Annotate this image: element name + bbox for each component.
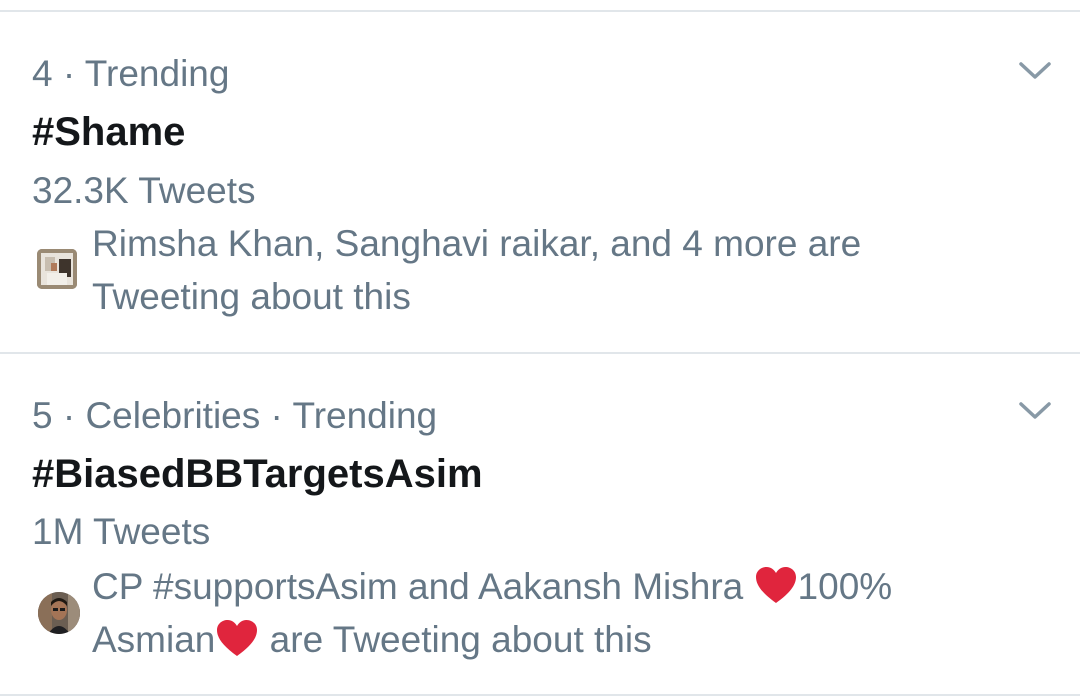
- trend-item-shame[interactable]: 4 · Trending #Shame 32.3K Tweets Rimsha …: [0, 12, 1080, 352]
- avatar: [38, 592, 80, 634]
- context-line: CP #supportsAsim and Aakansh Mishra 100%: [92, 560, 992, 613]
- trend-hashtag: #BiasedBBTargetsAsim: [32, 452, 483, 496]
- trends-list: 4 · Trending #Shame 32.3K Tweets Rimsha …: [0, 0, 1080, 697]
- context-line: Asmian are Tweeting about this: [92, 613, 992, 666]
- tweet-count: 32.3K Tweets: [32, 170, 256, 211]
- context-text-part: are Tweeting about this: [259, 619, 652, 660]
- context-line: Rimsha Khan, Sanghavi raikar, and 4 more…: [92, 223, 862, 264]
- context-line: Tweeting about this: [92, 276, 411, 317]
- trend-meta: 5 · Celebrities · Trending: [32, 395, 438, 436]
- heart-icon: [755, 567, 796, 603]
- trend-item-biasedbbtargetsasim[interactable]: 5 · Celebrities · Trending #BiasedBBTarg…: [0, 354, 1080, 694]
- chevron-down-icon[interactable]: [1018, 60, 1052, 82]
- context-text: Rimsha Khan, Sanghavi raikar, and 4 more…: [92, 217, 992, 323]
- context-text-part: 100%: [797, 566, 893, 607]
- context-text-part: Asmian: [92, 619, 216, 660]
- divider-bottom: [0, 694, 1080, 696]
- context-text-part: CP #supportsAsim and Aakansh Mishra: [92, 566, 754, 607]
- tweet-count: 1M Tweets: [32, 511, 211, 552]
- chevron-down-icon[interactable]: [1018, 400, 1052, 422]
- avatar: [37, 249, 77, 289]
- context-text: CP #supportsAsim and Aakansh Mishra 100%…: [92, 560, 992, 666]
- heart-icon: [217, 620, 258, 656]
- trend-meta: 4 · Trending: [32, 53, 230, 94]
- trend-hashtag: #Shame: [32, 110, 186, 154]
